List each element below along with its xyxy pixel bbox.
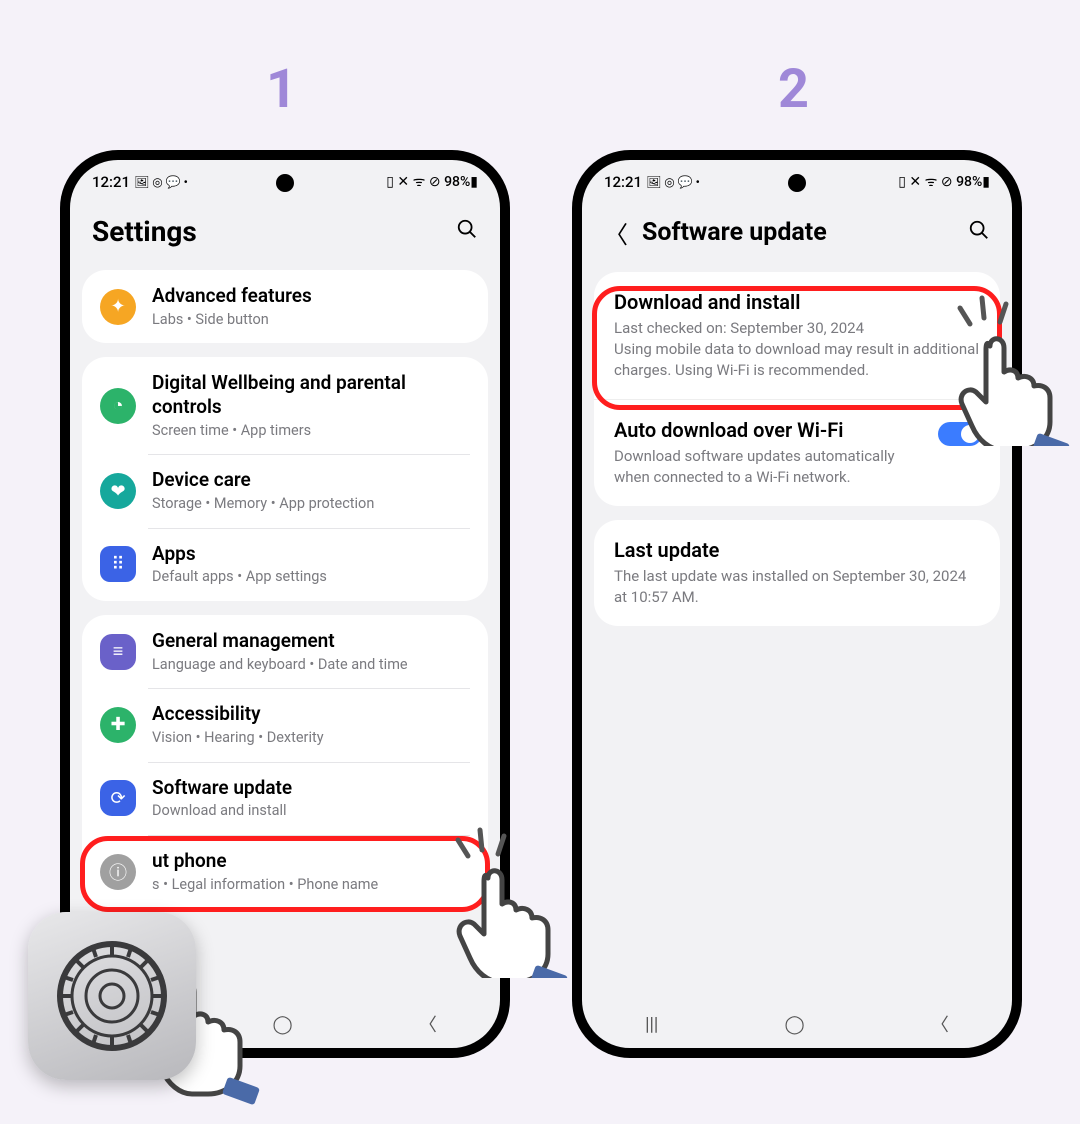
row-last-update[interactable]: Last update The last update was installe… xyxy=(594,520,1000,626)
row-title: Auto download over Wi-Fi xyxy=(614,418,928,442)
update-group-2: Last update The last update was installe… xyxy=(594,520,1000,626)
about-icon: ⓘ xyxy=(100,854,136,890)
row-sub: Default apps • App settings xyxy=(152,567,470,587)
row-title: Last update xyxy=(614,538,980,562)
row-general-management[interactable]: ≡ General management Language and keyboa… xyxy=(82,615,488,688)
row-title: General management xyxy=(152,629,470,653)
row-device-care[interactable]: ❤ Device care Storage • Memory • App pro… xyxy=(82,454,488,527)
row-title: Advanced features xyxy=(152,284,470,308)
step-1-label: 1 xyxy=(266,58,297,121)
row-sub: Screen time • App timers xyxy=(152,421,470,441)
row-sub: Download software updates automatically … xyxy=(614,446,928,488)
search-icon[interactable] xyxy=(968,219,990,246)
wellbeing-icon: ◔ xyxy=(100,388,136,424)
row-wellbeing[interactable]: ◔ Digital Wellbeing and parental control… xyxy=(82,357,488,454)
general-icon: ≡ xyxy=(100,634,136,670)
camera-hole xyxy=(276,174,294,192)
settings-group-2: ◔ Digital Wellbeing and parental control… xyxy=(82,357,488,601)
row-sub: Vision • Hearing • Dexterity xyxy=(152,728,470,748)
apps-icon: ⠿ xyxy=(100,546,136,582)
software-update-header: 〈 Software update xyxy=(582,197,1012,272)
settings-app-icon[interactable] xyxy=(28,912,196,1080)
nav-recents-icon[interactable]: ||| xyxy=(645,1014,658,1035)
accessibility-icon: ✚ xyxy=(100,707,136,743)
back-icon[interactable]: 〈 xyxy=(604,215,628,250)
page-title: Settings xyxy=(92,215,442,248)
row-sub: Storage • Memory • App protection xyxy=(152,494,470,514)
status-right-icons: ▯ ✕ ᯤ ⊘ 98%▮ xyxy=(898,172,990,191)
status-time: 12:21 xyxy=(604,173,642,191)
page-title: Software update xyxy=(642,218,954,247)
nav-back-icon[interactable]: 〈 xyxy=(419,1011,437,1037)
row-sub: Labs • Side button xyxy=(152,310,470,330)
nav-back-icon[interactable]: 〈 xyxy=(931,1011,949,1037)
advanced-icon: ✦ xyxy=(100,289,136,325)
status-right-icons: ▯ ✕ ᯤ ⊘ 98%▮ xyxy=(386,172,478,191)
row-title: Software update xyxy=(152,776,470,800)
software-update-icon: ⟳ xyxy=(100,780,136,816)
nav-home-icon[interactable]: ◯ xyxy=(785,1014,805,1035)
row-advanced-features[interactable]: ✦ Advanced features Labs • Side button xyxy=(82,270,488,343)
row-title: Digital Wellbeing and parental controls xyxy=(152,371,470,419)
settings-header: Settings xyxy=(70,197,500,270)
search-icon[interactable] xyxy=(456,218,478,245)
nav-bar: ||| ◯ 〈 xyxy=(582,1000,1012,1048)
row-sub: Language and keyboard • Date and time xyxy=(152,655,470,675)
row-sub: The last update was installed on Septemb… xyxy=(614,566,980,608)
row-accessibility[interactable]: ✚ Accessibility Vision • Hearing • Dexte… xyxy=(82,688,488,761)
row-apps[interactable]: ⠿ Apps Default apps • App settings xyxy=(82,528,488,601)
row-title: Device care xyxy=(152,468,470,492)
camera-hole xyxy=(788,174,806,192)
status-left-icons: 🖼 ◎ 💬 • xyxy=(134,175,188,189)
status-time: 12:21 xyxy=(92,173,130,191)
tap-indicator-2 xyxy=(920,286,1080,450)
row-title: Apps xyxy=(152,542,470,566)
step-2-label: 2 xyxy=(778,58,809,121)
settings-group-1: ✦ Advanced features Labs • Side button xyxy=(82,270,488,343)
tap-indicator-1 xyxy=(418,818,578,982)
row-title: Accessibility xyxy=(152,702,470,726)
device-care-icon: ❤ xyxy=(100,473,136,509)
status-left-icons: 🖼 ◎ 💬 • xyxy=(646,175,700,189)
